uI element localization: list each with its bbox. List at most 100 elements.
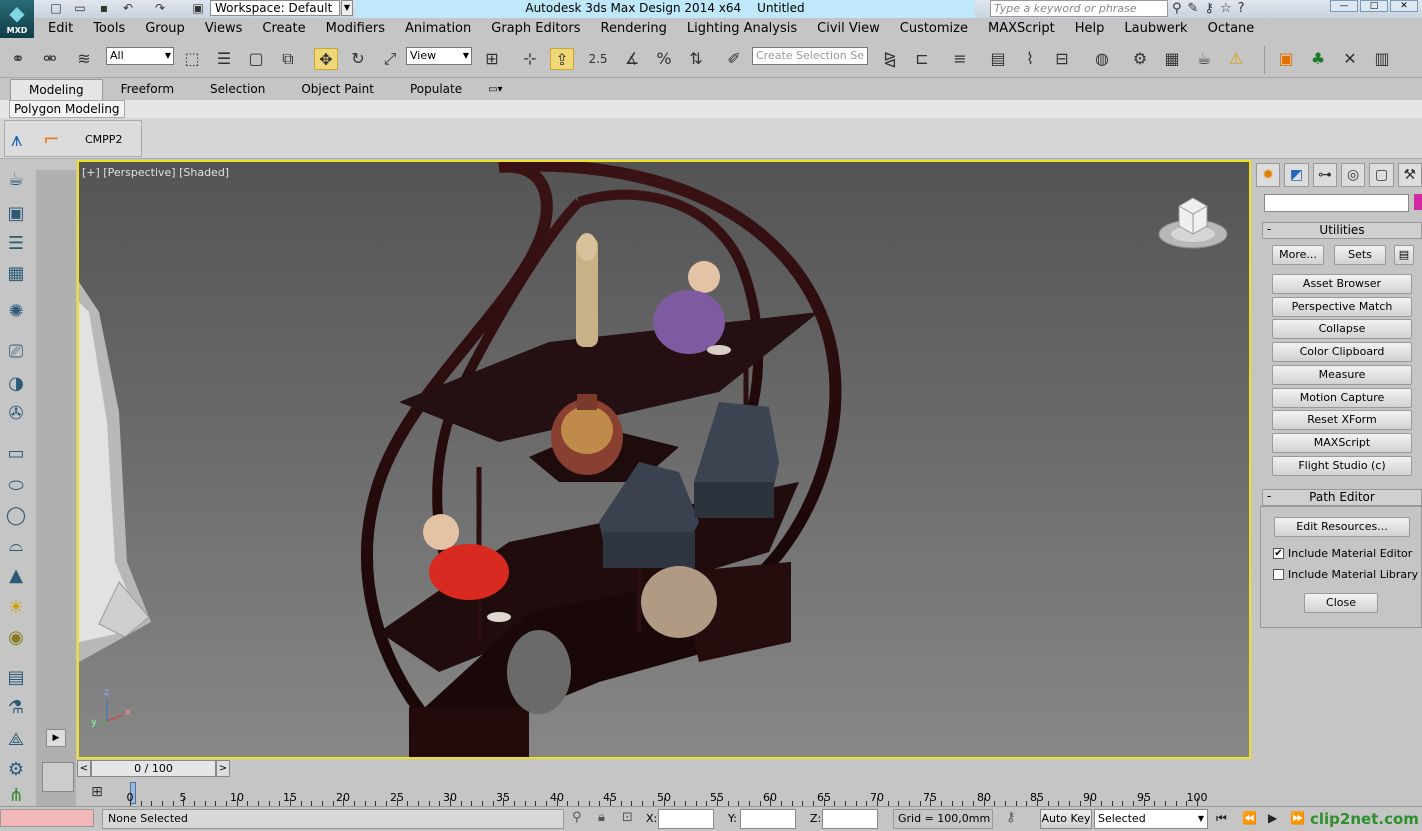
undo-icon[interactable]: ↶ xyxy=(120,1,136,15)
maxscript-button[interactable]: MAXScript xyxy=(1272,433,1412,453)
ellipse-icon[interactable]: ⬭ xyxy=(4,474,28,498)
align-icon[interactable]: ⊏ xyxy=(910,48,934,70)
more-button[interactable]: More... xyxy=(1272,245,1324,265)
layer-manager-icon[interactable]: ≡ xyxy=(948,48,972,70)
viewport-label[interactable]: [+] [Perspective] [Shaded] xyxy=(82,166,229,179)
window-crossing-icon[interactable]: ⧉ xyxy=(276,48,300,70)
include-material-editor-checkbox[interactable]: ✔ Include Material Editor xyxy=(1273,547,1412,560)
track-bar-scale[interactable]: 0510152025303540455055606570758085909510… xyxy=(127,780,1208,806)
curve-editor-icon[interactable]: ⌇ xyxy=(1018,48,1042,70)
basket-icon[interactable]: ⌓ xyxy=(4,534,28,558)
menu-octane[interactable]: Octane xyxy=(1198,18,1265,40)
track-bar[interactable]: ⊞ 05101520253035404550556065707580859095… xyxy=(77,780,1208,806)
star-icon[interactable]: ☆ xyxy=(1220,0,1232,18)
render-teapot-icon[interactable]: ☕ xyxy=(1192,48,1216,70)
y-coordinate-field[interactable] xyxy=(740,809,796,829)
key-mode-dropdown[interactable]: Selected ▼ xyxy=(1094,809,1208,829)
configure-sets-icon[interactable]: ▤ xyxy=(1394,245,1414,265)
menu-modifiers[interactable]: Modifiers xyxy=(316,18,395,40)
isolate-icon[interactable]: ⚲ xyxy=(572,810,582,825)
menu-create[interactable]: Create xyxy=(252,18,315,40)
blocks-icon[interactable]: ▤ xyxy=(4,666,28,690)
bind-space-warp-icon[interactable]: ≋ xyxy=(72,48,96,70)
tab-object-paint[interactable]: Object Paint xyxy=(283,79,392,100)
path-editor-rollout-header[interactable]: - Path Editor xyxy=(1262,489,1422,506)
cmpp-icon[interactable]: ⩚ xyxy=(11,127,22,151)
menu-views[interactable]: Views xyxy=(195,18,253,40)
select-by-name-icon[interactable]: ☰ xyxy=(212,48,236,70)
light-icon[interactable]: ✺ xyxy=(4,300,28,324)
scale-icon[interactable]: ⤢ xyxy=(378,48,402,70)
reset-xform-button[interactable]: Reset XForm xyxy=(1272,410,1412,430)
edit-resources-button[interactable]: Edit Resources... xyxy=(1274,517,1410,537)
sphere-icon[interactable]: ◑ xyxy=(4,372,28,396)
selection-filter-dropdown[interactable]: All ▼ xyxy=(106,47,174,65)
workspace-arrow-icon[interactable]: ▼ xyxy=(341,0,353,16)
unlink-icon[interactable]: ⚮ xyxy=(38,48,62,70)
create-tab-icon[interactable]: ✹ xyxy=(1256,163,1281,187)
app-logo[interactable]: ◆ MXD xyxy=(0,0,34,38)
menu-laubwerk[interactable]: Laubwerk xyxy=(1114,18,1197,40)
absolute-mode-icon[interactable]: ⊡ xyxy=(622,810,633,825)
viewcube[interactable] xyxy=(1157,192,1229,252)
panel-plugin-icon[interactable]: ▥ xyxy=(1370,48,1394,70)
utilities-tab-icon[interactable]: ⚒ xyxy=(1397,163,1422,187)
sets-button[interactable]: Sets xyxy=(1334,245,1386,265)
next-frame-arrow-icon[interactable]: > xyxy=(216,760,230,777)
x-coordinate-field[interactable] xyxy=(658,809,714,829)
list-icon[interactable]: ☰ xyxy=(4,232,28,256)
link-icon[interactable]: ⚭ xyxy=(6,48,30,70)
key-icon[interactable]: ⚷ xyxy=(1204,0,1214,18)
image-icon[interactable]: ▣ xyxy=(4,202,28,226)
go-to-start-icon[interactable]: ⏮ xyxy=(1216,811,1227,826)
schematic-view-icon[interactable]: ⊟ xyxy=(1050,48,1074,70)
close-window-button[interactable]: ✕ xyxy=(1390,0,1418,12)
menu-animation[interactable]: Animation xyxy=(395,18,481,40)
measure-button[interactable]: Measure xyxy=(1272,365,1412,385)
rectangular-selection-icon[interactable]: ▢ xyxy=(244,48,268,70)
grass-icon[interactable]: ⋔ xyxy=(4,784,28,808)
pivot-center-icon[interactable]: ⊞ xyxy=(480,48,504,70)
move-icon[interactable]: ✥ xyxy=(314,48,338,70)
percent-snap-icon[interactable]: % xyxy=(652,48,676,70)
spring-icon[interactable]: ⚗ xyxy=(4,696,28,720)
rendered-frame-window-icon[interactable]: ▦ xyxy=(1160,48,1184,70)
previous-frame-arrow-icon[interactable]: < xyxy=(77,760,91,777)
menu-maxscript[interactable]: MAXScript xyxy=(978,18,1065,40)
teapot-icon[interactable]: ☕ xyxy=(4,168,28,192)
help-icon[interactable]: ? xyxy=(1238,0,1245,18)
reference-coordinate-dropdown[interactable]: View ▼ xyxy=(406,47,472,65)
ribbon-options-icon[interactable]: ▭▾ xyxy=(480,79,510,100)
hierarchy-tab-icon[interactable]: ⊶ xyxy=(1312,163,1337,187)
workspace-dropdown[interactable]: Workspace: Default xyxy=(210,0,340,16)
set-key-icon[interactable]: ⚷ xyxy=(1006,810,1016,825)
time-slider[interactable]: < 0 / 100 > xyxy=(77,760,1251,778)
warning-icon[interactable]: ⚠ xyxy=(1224,48,1248,70)
menu-help[interactable]: Help xyxy=(1065,18,1115,40)
object-name-field[interactable] xyxy=(1264,194,1409,212)
motion-capture-button[interactable]: Motion Capture xyxy=(1272,388,1412,408)
auto-key-button[interactable]: Auto Key xyxy=(1040,809,1092,829)
fp-plugin-icon[interactable]: ▣ xyxy=(1274,48,1298,70)
asset-browser-button[interactable]: Asset Browser xyxy=(1272,274,1412,294)
save-icon[interactable]: ▪ xyxy=(96,1,112,15)
modify-tab-icon[interactable]: ◩ xyxy=(1284,163,1309,187)
spinner-snap-icon[interactable]: ⇅ xyxy=(684,48,708,70)
edit-named-selection-icon[interactable]: ✐ xyxy=(722,48,746,70)
named-selection-set-input[interactable]: Create Selection Se xyxy=(752,47,868,65)
minimize-button[interactable]: — xyxy=(1330,0,1358,12)
camera-icon[interactable]: ⎚ xyxy=(4,340,28,364)
sun-icon[interactable]: ☀ xyxy=(4,596,28,620)
color-clipboard-button[interactable]: Color Clipboard xyxy=(1272,342,1412,362)
perspective-viewport[interactable]: [+] [Perspective] [Shaded] z x y xyxy=(77,160,1251,759)
select-object-icon[interactable]: ⬚ xyxy=(180,48,204,70)
tab-selection[interactable]: Selection xyxy=(192,79,283,100)
tab-polygon-modeling[interactable]: Polygon Modeling xyxy=(9,100,125,118)
maxscript-listener[interactable] xyxy=(0,809,94,827)
tab-freeform[interactable]: Freeform xyxy=(103,79,192,100)
keyboard-shortcut-toggle-icon[interactable]: ⇪ xyxy=(550,48,574,70)
menu-group[interactable]: Group xyxy=(135,18,195,40)
utilities-rollout-header[interactable]: - Utilities xyxy=(1262,222,1422,239)
next-key-icon[interactable]: ⏩ xyxy=(1290,811,1305,825)
menu-rendering[interactable]: Rendering xyxy=(591,18,677,40)
